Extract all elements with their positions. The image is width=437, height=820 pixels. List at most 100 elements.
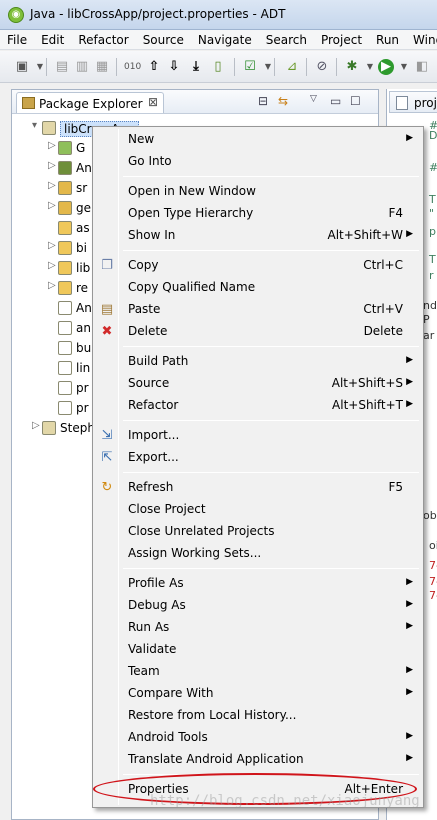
- menu-item-refresh[interactable]: ↻ Refresh F5: [95, 477, 421, 499]
- tree-label: sr: [76, 181, 88, 195]
- print-icon[interactable]: ▦: [94, 59, 110, 75]
- menu-item-go-into[interactable]: Go Into: [95, 151, 421, 173]
- menu-item-delete[interactable]: ✖ Delete Delete: [95, 321, 421, 343]
- menu-search[interactable]: Search: [259, 33, 314, 47]
- menu-separator: [123, 176, 419, 177]
- binary-icon[interactable]: 010: [124, 59, 141, 75]
- title-bar: ◉ Java - libCrossApp/project.properties …: [0, 0, 437, 30]
- run-icon[interactable]: ▶: [378, 59, 394, 75]
- menu-item-shortcut: Ctrl+C: [363, 258, 403, 272]
- save-all-icon[interactable]: ▥: [74, 59, 90, 75]
- menu-item-refactor[interactable]: Refactor Alt+Shift+T ▶: [95, 395, 421, 417]
- menu-item-label: Debug As: [128, 598, 186, 612]
- menu-edit[interactable]: Edit: [34, 33, 71, 47]
- expanded-arrow-icon[interactable]: ▾: [32, 120, 37, 131]
- close-icon[interactable]: ⊠: [148, 95, 158, 109]
- menu-item-copy-qualified-name[interactable]: Copy Qualified Name: [95, 277, 421, 299]
- menu-item-team[interactable]: Team ▶: [95, 661, 421, 683]
- collapsed-arrow-icon[interactable]: ▷: [32, 420, 40, 431]
- collapsed-arrow-icon[interactable]: ▷: [48, 160, 56, 171]
- menu-item-paste[interactable]: ▤ Paste Ctrl+V: [95, 299, 421, 321]
- editor-line: r: [429, 269, 434, 282]
- menu-item-restore-from-local-history[interactable]: Restore from Local History...: [95, 705, 421, 727]
- menu-item-show-in[interactable]: Show In Alt+Shift+W ▶: [95, 225, 421, 247]
- tab-project-properties[interactable]: proje: [389, 91, 437, 113]
- download-icon[interactable]: ⇩: [166, 59, 182, 75]
- task-check-icon[interactable]: ☑: [242, 59, 258, 75]
- view-menu-icon[interactable]: ▽: [310, 94, 317, 104]
- menu-item-copy[interactable]: ❐ Copy Ctrl+C: [95, 255, 421, 277]
- collapsed-arrow-icon[interactable]: ▷: [48, 240, 56, 251]
- debug-icon[interactable]: ✱: [344, 59, 360, 75]
- skip-breakpoints-icon[interactable]: ⊘: [314, 59, 330, 75]
- collapsed-arrow-icon[interactable]: ▷: [48, 140, 56, 151]
- menu-item-new[interactable]: New ▶: [95, 129, 421, 151]
- menu-item-translate-android-application[interactable]: Translate Android Application ▶: [95, 749, 421, 771]
- tree-label: Steph: [60, 421, 95, 435]
- menu-item-compare-with[interactable]: Compare With ▶: [95, 683, 421, 705]
- menu-run[interactable]: Run: [369, 33, 406, 47]
- menu-item-close-project[interactable]: Close Project: [95, 499, 421, 521]
- menu-item-import[interactable]: ⇲ Import...: [95, 425, 421, 447]
- collapse-all-icon[interactable]: ⊟: [258, 94, 268, 108]
- new-icon[interactable]: ▣: [14, 59, 30, 75]
- upload-icon[interactable]: ⇧: [146, 59, 162, 75]
- menu-item-label: Source: [128, 376, 170, 390]
- menu-item-label: Run As: [128, 620, 170, 634]
- toolbar: ▣ ▼ ▤ ▥ ▦ 010 ⇧ ⇩ ⤓ ▯ ☑ ▼ ⊿ ⊘ ✱ ▼ ▶ ▼ ◧: [0, 51, 437, 83]
- tab-package-explorer[interactable]: Package Explorer ⊠: [16, 92, 164, 113]
- submenu-arrow-icon: ▶: [406, 377, 413, 387]
- menu-item-run-as[interactable]: Run As ▶: [95, 617, 421, 639]
- menu-item-android-tools[interactable]: Android Tools ▶: [95, 727, 421, 749]
- external-tools-icon[interactable]: ◧: [414, 59, 430, 75]
- folder-icon: [58, 281, 72, 295]
- tree-label: bi: [76, 241, 87, 255]
- menu-file[interactable]: File: [0, 33, 34, 47]
- lint-icon[interactable]: ⊿: [284, 59, 300, 75]
- paste-icon: ▤: [100, 302, 114, 317]
- menu-item-profile-as[interactable]: Profile As ▶: [95, 573, 421, 595]
- project-icon: [42, 121, 56, 135]
- menu-item-close-unrelated-projects[interactable]: Close Unrelated Projects: [95, 521, 421, 543]
- menu-item-label: Close Project: [128, 502, 206, 516]
- menu-source[interactable]: Source: [136, 33, 191, 47]
- menu-item-validate[interactable]: Validate: [95, 639, 421, 661]
- copy-icon: ❐: [101, 258, 113, 273]
- save-icon[interactable]: ▤: [54, 59, 70, 75]
- menu-item-debug-as[interactable]: Debug As ▶: [95, 595, 421, 617]
- collapsed-arrow-icon[interactable]: ▷: [48, 180, 56, 191]
- link-with-editor-icon[interactable]: ⇆: [278, 94, 288, 108]
- menu-item-assign-working-sets[interactable]: Assign Working Sets...: [95, 543, 421, 565]
- dropdown-arrow-icon[interactable]: ▼: [362, 59, 378, 75]
- menu-project[interactable]: Project: [314, 33, 369, 47]
- menu-item-open-in-new-window[interactable]: Open in New Window: [95, 181, 421, 203]
- editor-line: T: [429, 253, 436, 266]
- menu-item-label: Close Unrelated Projects: [128, 524, 275, 538]
- collapsed-arrow-icon[interactable]: ▷: [48, 200, 56, 211]
- menu-item-label: Show In: [128, 228, 176, 242]
- menu-item-label: Profile As: [128, 576, 184, 590]
- menu-separator: [123, 568, 419, 569]
- collapsed-arrow-icon[interactable]: ▷: [48, 260, 56, 271]
- dropdown-arrow-icon[interactable]: ▼: [396, 59, 412, 75]
- menu-item-shortcut: F5: [388, 480, 403, 494]
- menu-item-label: Open in New Window: [128, 184, 256, 198]
- tree-label: An: [76, 161, 92, 175]
- menu-refactor[interactable]: Refactor: [71, 33, 135, 47]
- submenu-arrow-icon: ▶: [406, 355, 413, 365]
- minimize-icon[interactable]: ▭: [330, 94, 341, 108]
- maximize-icon[interactable]: ☐: [350, 94, 361, 108]
- menu-item-export[interactable]: ⇱ Export...: [95, 447, 421, 469]
- menu-window[interactable]: Windo: [406, 33, 437, 47]
- menu-separator: [123, 472, 419, 473]
- menu-item-build-path[interactable]: Build Path ▶: [95, 351, 421, 373]
- menu-item-source[interactable]: Source Alt+Shift+S ▶: [95, 373, 421, 395]
- android-device-icon[interactable]: ▯: [210, 59, 226, 75]
- editor-line: ": [429, 207, 435, 220]
- download-sdk-icon[interactable]: ⤓: [188, 59, 204, 75]
- menu-item-open-type-hierarchy[interactable]: Open Type Hierarchy F4: [95, 203, 421, 225]
- editor-line: obl: [423, 509, 437, 522]
- editor-line: 7-: [429, 589, 437, 602]
- menu-navigate[interactable]: Navigate: [191, 33, 259, 47]
- collapsed-arrow-icon[interactable]: ▷: [48, 280, 56, 291]
